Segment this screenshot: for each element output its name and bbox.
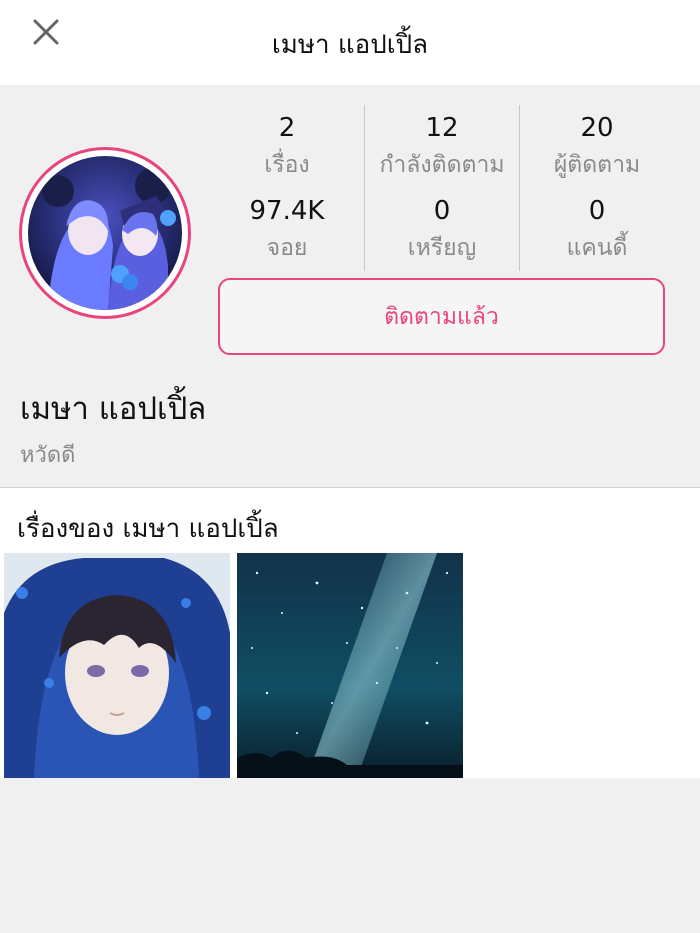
stories-title: เรื่องของ เมษา แอปเปิ้ล [17, 514, 279, 544]
story-card-1[interactable] [4, 553, 230, 778]
stories-label: เรื่อง [264, 152, 310, 178]
candy-count: 0 [588, 196, 606, 226]
joy-count: 97.4K [249, 196, 325, 226]
followers-label[interactable]: ผู้ติดตาม [554, 145, 640, 188]
profile-name: เมษา แอปเปิ้ล [20, 391, 207, 427]
starry-sky-image [237, 553, 463, 778]
stats-grid: 2 เรื่อง 97.4K จอย 12 กำลังติดตาม 0 เหรี… [210, 105, 674, 271]
following-button[interactable]: ติดตามแล้ว [218, 278, 665, 355]
following-label[interactable]: กำลังติดตาม [379, 145, 504, 188]
following-count[interactable]: 12 [425, 111, 458, 145]
stats-column-3: 20 ผู้ติดตาม 0 แคนดี้ [519, 105, 674, 271]
anime-boy-hood-image [4, 553, 230, 778]
coins-label: เหรียญ [407, 235, 477, 261]
stories-count: 2 [278, 113, 296, 143]
profile-section: 2 เรื่อง 97.4K จอย 12 กำลังติดตาม 0 เหรี… [0, 85, 700, 487]
stats-column-1: 2 เรื่อง 97.4K จอย [210, 105, 364, 271]
coins-count: 0 [433, 196, 451, 226]
followers-count[interactable]: 20 [580, 111, 613, 145]
top-bar: เมษา แอปเปิ้ล [0, 0, 700, 85]
avatar-image [28, 156, 182, 310]
story-card-2[interactable] [237, 553, 463, 778]
stories-section: เรื่องของ เมษา แอปเปิ้ล [0, 488, 700, 778]
profile-bio: หวัดดี [20, 443, 76, 468]
joy-label: จอย [266, 235, 308, 261]
page-title: เมษา แอปเปิ้ล [271, 30, 429, 60]
avatar[interactable] [19, 147, 191, 319]
stats-column-2: 12 กำลังติดตาม 0 เหรียญ [364, 105, 519, 271]
candy-label: แคนดี้ [566, 235, 628, 261]
